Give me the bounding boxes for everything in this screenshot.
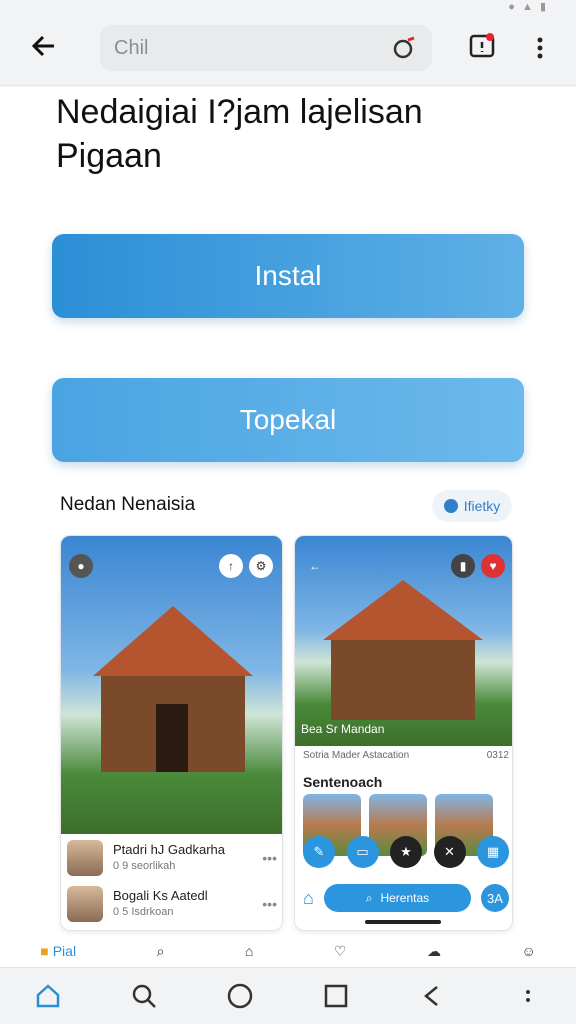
list-item-title: Ptadri hJ Gadkarha xyxy=(113,842,226,857)
photo-caption: Bea Sr Mandan xyxy=(301,722,385,736)
tab-home[interactable]: ■ Pial xyxy=(40,943,76,959)
home-icon[interactable]: ⌂ xyxy=(303,888,314,909)
status-bar: ● ▲ ▮ xyxy=(508,1,548,13)
notification-icon[interactable] xyxy=(466,30,498,62)
preview-card-left[interactable]: ● ↑ ⚙ Ptadri hJ Gadkarha 0 9 seorlikah •… xyxy=(60,535,283,931)
chip-label: Ifietky xyxy=(463,498,501,514)
search-icon: ⌕ xyxy=(365,890,373,905)
grid-icon[interactable]: ▦ xyxy=(477,836,509,868)
nav-home-icon[interactable] xyxy=(32,980,64,1012)
card-title: Sentenoach xyxy=(303,774,383,790)
list-item-title: Bogali Ks Aatedl xyxy=(113,888,208,903)
search-query: Chil xyxy=(114,36,149,59)
nav-search-icon[interactable] xyxy=(128,980,160,1012)
system-nav-bar xyxy=(0,967,576,1024)
edit-icon[interactable]: ✎ xyxy=(303,836,335,868)
more-icon[interactable]: ••• xyxy=(262,850,277,866)
door-shape xyxy=(156,704,188,772)
roof-shape xyxy=(323,580,483,640)
avatar xyxy=(67,840,103,876)
tab-home-label: Pial xyxy=(52,943,77,959)
tab-profile-icon[interactable]: ☺ xyxy=(521,943,535,959)
topekal-button[interactable]: Topekal xyxy=(52,378,524,462)
house-photo xyxy=(61,536,282,834)
search-pill-label: Herentas xyxy=(380,891,430,905)
tab-home-icon: ■ xyxy=(40,943,49,959)
star-icon[interactable]: ★ xyxy=(390,836,422,868)
back-icon[interactable]: ← xyxy=(303,554,327,578)
tab-chat-icon[interactable]: ☁ xyxy=(427,943,441,960)
app-tab-bar: ■ Pial ⌕ ⌂ ♡ ☁ ☺ xyxy=(0,935,576,967)
roof-shape xyxy=(93,606,253,676)
house-photo: Bea Sr Mandan xyxy=(295,536,512,746)
nav-square-icon[interactable] xyxy=(320,980,352,1012)
share-icon[interactable]: ↑ xyxy=(219,554,243,578)
install-button[interactable]: Instal xyxy=(52,234,524,318)
tab-house-icon[interactable]: ⌂ xyxy=(245,943,253,959)
preview-card-right[interactable]: Bea Sr Mandan ← ▮ ♥ Sotria Mader Astacat… xyxy=(294,535,513,931)
action-row: ✎ ▭ ★ ✕ ▦ xyxy=(303,836,509,868)
more-options-icon[interactable] xyxy=(528,32,552,64)
info-right: 0312 xyxy=(486,750,509,761)
search-pill[interactable]: ⌕ Herentas xyxy=(323,884,471,912)
profile-icon: ● xyxy=(69,554,93,578)
back-arrow-icon[interactable] xyxy=(28,30,60,62)
search-input[interactable]: Chil xyxy=(100,25,432,71)
list-item[interactable]: Bogali Ks Aatedl 0 5 Isdrkoan ••• xyxy=(67,884,277,924)
section-title: Nedan Nenaisia xyxy=(60,494,196,515)
list-item[interactable]: Ptadri hJ Gadkarha 0 9 seorlikah ••• xyxy=(67,838,277,878)
close-icon[interactable]: ✕ xyxy=(433,836,466,868)
wall-shape xyxy=(331,640,475,720)
page-title: Nedaigiai I?jam lajelisan Pigaan xyxy=(56,93,423,175)
more-icon[interactable]: ••• xyxy=(262,896,277,912)
card-bottom-bar: ⌂ ⌕ Herentas 3A xyxy=(303,884,509,912)
tab-search-icon[interactable]: ⌕ xyxy=(157,943,165,960)
top-app-bar: ● ▲ ▮ Chil xyxy=(0,0,576,86)
badge[interactable]: 3A xyxy=(481,884,509,912)
nav-circle-icon[interactable] xyxy=(224,980,256,1012)
section-chip[interactable]: Ifietky xyxy=(432,490,512,522)
home-indicator xyxy=(365,920,441,924)
tab-heart-icon[interactable]: ♡ xyxy=(334,943,347,960)
list-item-sub: 0 9 seorlikah xyxy=(113,860,176,872)
chip-icon xyxy=(443,499,458,513)
info-left: Sotria Mader Astacation xyxy=(303,750,410,761)
avatar xyxy=(67,886,103,922)
info-line: Sotria Mader Astacation 0312 xyxy=(303,750,509,761)
list-item-sub: 0 5 Isdrkoan xyxy=(113,906,174,918)
nav-more-icon[interactable] xyxy=(512,980,544,1012)
nav-back-icon[interactable] xyxy=(416,980,448,1012)
media-icon[interactable]: ▭ xyxy=(346,836,379,868)
bookmark-icon[interactable]: ▮ xyxy=(451,554,475,578)
mic-icon[interactable] xyxy=(390,34,418,62)
settings-icon[interactable]: ⚙ xyxy=(249,554,273,578)
heart-icon[interactable]: ♥ xyxy=(481,554,505,578)
